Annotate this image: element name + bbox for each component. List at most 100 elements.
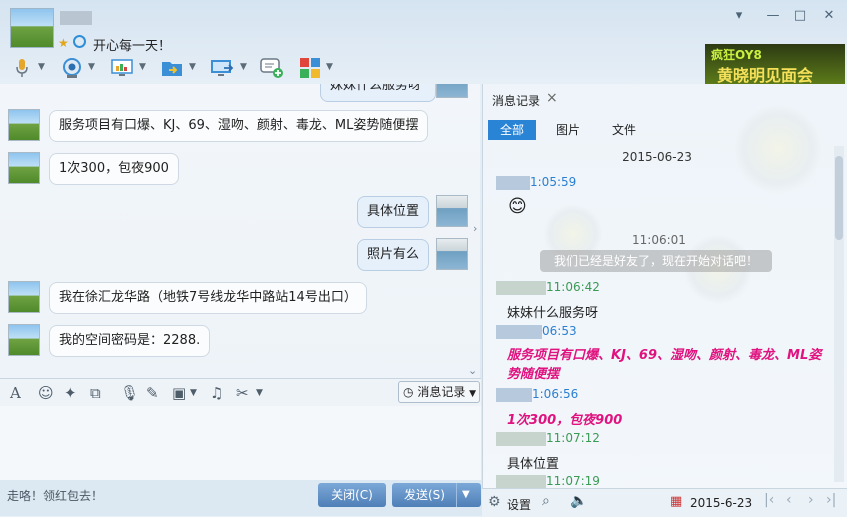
history-time: 11:07:12 [496,431,600,446]
chevron-down-icon[interactable]: ▼ [326,62,333,72]
contact-signature: 开心每一天！ [93,39,172,54]
chevron-down-icon[interactable]: ⌄ [468,364,477,377]
chat-messages[interactable]: 妹妹什么服务呀 服务项目有口爆、KJ、69、湿吻、颜射、毒龙、ML姿势随便摆 1… [0,84,480,378]
footer-date[interactable]: 2015-6-23 [690,496,752,510]
history-time: 11:06:01 [632,233,686,247]
contact-name-redacted [60,11,92,25]
message-bubble[interactable]: 我的空间密码是：2288. [49,325,211,357]
apps-icon[interactable] [296,56,324,80]
history-tab-bar: 消息记录 × [482,86,847,114]
chevron-down-icon: ▼ [469,389,477,399]
history-panel [482,84,847,516]
history-filter: 全部 图片 文件 [482,116,847,144]
message-bubble[interactable]: 具体位置 [357,196,430,228]
first-page-icon[interactable]: |‹ [764,492,774,508]
message-history-button[interactable]: ◷ 消息记录 ▼ [398,381,480,403]
clock-icon: ◷ [403,385,414,399]
contact-avatar-small[interactable] [8,281,40,313]
close-window-button[interactable]: ✕ [820,8,838,24]
chevron-down-icon[interactable]: ▼ [88,62,95,72]
date-separator: 2015-06-23 [622,150,692,164]
contact-avatar-small[interactable] [8,152,40,184]
speaker-icon[interactable]: 🔈 [570,493,587,509]
chevron-down-icon[interactable]: ▼ [189,62,196,72]
contact-avatar[interactable] [10,8,54,48]
voice-message-icon[interactable]: 🎙 [120,384,139,402]
ad-line2: 黄晓明见面会 [717,66,814,85]
scrollbar-thumb[interactable] [835,156,843,240]
chevron-down-icon[interactable]: ▼ [38,62,45,72]
close-button[interactable]: 关闭(C) [318,483,386,507]
qq-status-icon [73,35,86,48]
message-input[interactable] [0,406,481,480]
screenshot-icon[interactable]: ⧉ [90,384,101,402]
prev-page-icon[interactable]: ‹ [786,492,792,508]
maximize-button[interactable]: □ [791,8,809,24]
chevron-down-icon[interactable]: ▼ [256,388,263,406]
window-menu-button[interactable]: ▾ [730,8,748,24]
my-avatar[interactable] [436,195,468,227]
history-message: 妹妹什么服务呀 [507,306,599,321]
history-time: 1:05:59 [496,175,576,190]
divider [456,483,457,507]
message-bubble[interactable]: 妹妹什么服务呀 [320,84,436,102]
history-footer: ⚙ 设置 ⌕ 🔈 ▦ 2015-6-23 [482,488,847,517]
filter-files-tab[interactable]: 文件 [600,120,648,140]
message-bubble[interactable]: 我在徐汇龙华路（地铁7号线龙华中路站14号出口） [49,282,367,314]
send-button[interactable]: 发送(S) ▼ [392,483,481,507]
collapse-panel-icon[interactable]: › [473,222,477,235]
filter-images-tab[interactable]: 图片 [544,120,592,140]
filter-all-tab[interactable]: 全部 [488,120,537,140]
shake-icon[interactable]: ✦ [64,384,77,402]
my-avatar[interactable] [436,238,468,270]
message-add-icon[interactable] [258,56,286,80]
history-message: 1次300，包夜900 [507,413,623,428]
music-icon[interactable]: ♫ [210,384,223,402]
settings-label[interactable]: 设置 [507,496,531,513]
edit-icon[interactable]: ✎ [146,384,159,402]
chevron-down-icon[interactable]: ▼ [139,62,146,72]
message-text: 服务项目有口爆、KJ、69、湿吻、颜射、毒龙、ML姿势随便摆 [59,118,419,133]
camera-icon[interactable] [58,56,86,80]
history-time: 11:06:42 [496,280,600,295]
contact-avatar-small[interactable] [8,324,40,356]
status-message[interactable]: 走咯！领红包去！ [7,487,103,504]
history-time: 06:53 [496,324,577,339]
calendar-icon[interactable]: ▦ [670,494,682,509]
remote-desktop-icon[interactable] [108,56,136,80]
screen-share-icon[interactable] [208,56,236,80]
history-message: 服务项目有口爆、KJ、69、湿吻、颜射、毒龙、ML姿势随便摆 [507,348,822,382]
file-transfer-icon[interactable] [158,56,186,80]
message-text: 妹妹什么服务呀 [330,84,422,93]
emoji-icon[interactable]: ☺ [38,384,54,402]
next-page-icon[interactable]: › [808,492,814,508]
send-label: 发送(S) [404,488,445,502]
message-bubble[interactable]: 服务项目有口爆、KJ、69、湿吻、颜射、毒龙、ML姿势随便摆 [49,110,429,142]
banner-ad[interactable]: 疯狂OY8 黄晓明见面会 [705,44,845,85]
ad-line1: 疯狂OY8 [711,48,762,62]
chevron-down-icon[interactable]: ▼ [190,388,197,406]
search-icon[interactable]: ⌕ [542,493,550,509]
gear-icon[interactable]: ⚙ [488,494,501,510]
message-text: 1次300，包夜900 [59,161,169,176]
message-text: 我的空间密码是：2288. [59,333,201,348]
system-notice: 我们已经是好友了，现在开始对话吧！ [540,250,773,272]
image-icon[interactable]: ▣ [172,384,186,402]
message-bubble[interactable]: 照片有么 [357,239,430,271]
smile-emoji-icon: 😊 [508,196,527,217]
close-icon[interactable]: × [546,90,558,106]
chevron-down-icon[interactable]: ▼ [240,62,247,72]
message-text: 我在徐汇龙华路（地铁7号线龙华中路站14号出口） [59,290,357,305]
chevron-down-icon[interactable]: ▼ [462,483,470,507]
my-avatar[interactable] [436,84,468,98]
contact-avatar-small[interactable] [8,109,40,141]
history-tab-title[interactable]: 消息记录 [492,92,540,109]
font-icon[interactable]: A [10,384,21,402]
history-time: 11:07:19 [496,474,600,489]
mic-icon[interactable] [8,56,36,80]
scissors-icon[interactable]: ✂ [236,384,249,402]
message-text: 照片有么 [367,247,420,262]
message-bubble[interactable]: 1次300，包夜900 [49,153,179,185]
minimize-button[interactable]: — [764,8,782,24]
last-page-icon[interactable]: ›| [826,492,836,508]
